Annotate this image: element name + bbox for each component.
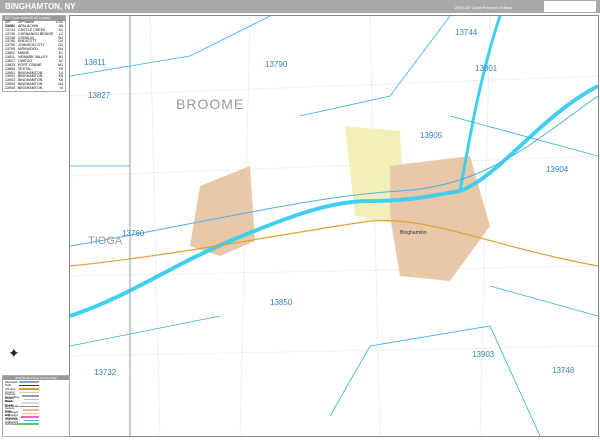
legend-swatch — [19, 388, 39, 390]
table-cell: I4 — [60, 86, 63, 91]
logo — [544, 1, 596, 12]
highway — [69, 219, 599, 267]
zip-label: 13760 — [122, 229, 145, 238]
legend-item: Toll Roads — [3, 422, 69, 426]
edition-label: 2020 ZIP Code Premium Edition — [454, 5, 512, 10]
zip-label: 13827 — [88, 91, 111, 100]
legend-swatch — [24, 419, 39, 421]
zip-label: 13850 — [270, 298, 293, 307]
table-cell: 13905 — [5, 86, 15, 91]
legend-swatch — [23, 398, 39, 400]
zip-label: 13732 — [94, 368, 117, 377]
chenango-river — [458, 15, 502, 192]
zip-label: 13903 — [472, 350, 495, 359]
map-canvas[interactable]: 13811 13790 13744 13801 13827 13905 1390… — [69, 15, 599, 437]
legend-swatch — [19, 391, 39, 393]
legend-swatch — [21, 395, 39, 397]
legend-swatch — [20, 402, 39, 404]
zip-label: 13905 — [420, 131, 443, 140]
legend-label: Toll Roads — [5, 421, 20, 426]
zip-label: 13744 — [455, 28, 478, 37]
legend-swatch — [23, 409, 39, 411]
zip-label: 13790 — [265, 60, 288, 69]
zip-label: 13811 — [84, 58, 106, 67]
susquehanna-river — [69, 84, 599, 318]
legend-swatch — [19, 384, 39, 386]
compass-rose-icon: ✦ — [8, 345, 20, 361]
zip-label: 13801 — [475, 64, 498, 73]
city-label: Binghamton — [400, 230, 427, 236]
legend: 2020 Binghamton, NY City Map Interstate T… — [2, 375, 70, 437]
table-row: 13905 BINGHAMTON I4 — [3, 86, 65, 91]
road-network — [69, 15, 599, 437]
zip-label: 13748 — [552, 366, 575, 375]
zip-index-table: ZIP Code Index/Grid Locator ZIP Code ZIP… — [2, 15, 66, 93]
header: BINGHAMTON, NY 2020 ZIP Code Premium Edi… — [0, 0, 600, 13]
legend-swatch — [22, 412, 39, 414]
interstate — [69, 95, 599, 247]
map-title: BINGHAMTON, NY — [5, 2, 76, 11]
legend-swatch — [19, 381, 39, 383]
zip-label: 13904 — [546, 165, 569, 174]
map-svg — [69, 15, 599, 437]
table-cell: BINGHAMTON — [18, 86, 43, 91]
legend-swatch — [19, 423, 39, 425]
county-label-tioga: TIOGA — [88, 235, 123, 247]
county-label-broome: BROOME — [176, 96, 245, 112]
